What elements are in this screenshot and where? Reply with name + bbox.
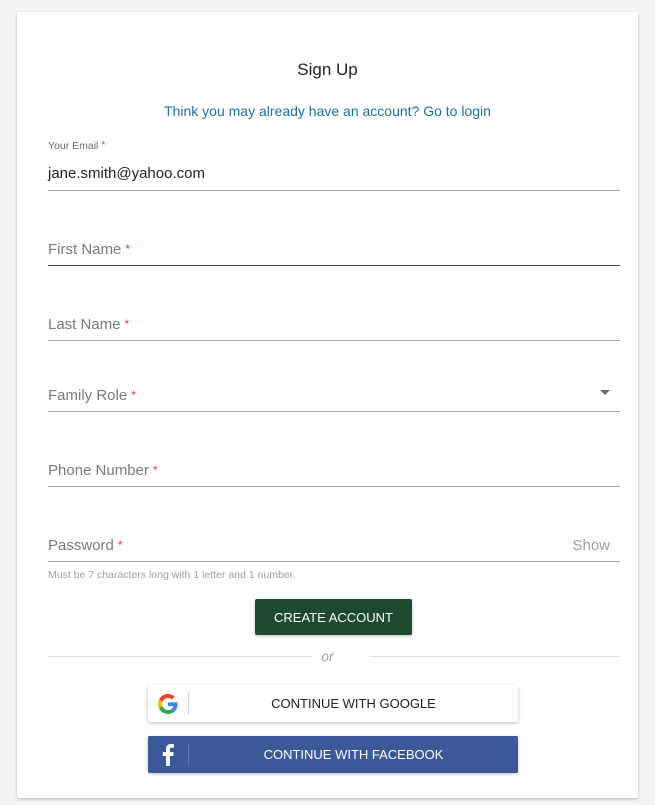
family-role-label: Family Role * bbox=[48, 387, 136, 404]
password-label-text: Password bbox=[48, 537, 114, 554]
first-name-label-text: First Name bbox=[48, 241, 122, 258]
password-field[interactable]: Password * Show bbox=[48, 531, 620, 562]
email-label-text: Your Email bbox=[48, 140, 99, 152]
login-link[interactable]: Think you may already have an account? G… bbox=[17, 103, 638, 119]
required-marker: * bbox=[125, 242, 131, 256]
password-label: Password * bbox=[48, 537, 123, 554]
divider-line-right bbox=[371, 656, 620, 657]
google-button-label: CONTINUE WITH GOOGLE bbox=[271, 696, 436, 711]
family-role-select[interactable]: Family Role * bbox=[48, 381, 620, 412]
show-password-toggle[interactable]: Show bbox=[572, 537, 610, 554]
chevron-down-icon[interactable] bbox=[600, 390, 610, 395]
continue-with-google-button[interactable]: CONTINUE WITH GOOGLE bbox=[148, 685, 518, 722]
email-field[interactable]: jane.smith@yahoo.com bbox=[48, 160, 620, 191]
google-icon bbox=[148, 685, 188, 722]
required-marker: * bbox=[124, 317, 130, 331]
create-account-button[interactable]: CREATE ACCOUNT bbox=[255, 599, 412, 635]
last-name-field[interactable]: Last Name * bbox=[48, 310, 620, 341]
continue-with-facebook-button[interactable]: CONTINUE WITH FACEBOOK bbox=[148, 736, 518, 773]
last-name-label: Last Name * bbox=[48, 316, 129, 333]
required-marker: * bbox=[117, 538, 123, 552]
facebook-button-label: CONTINUE WITH FACEBOOK bbox=[263, 747, 444, 762]
phone-number-field[interactable]: Phone Number * bbox=[48, 456, 620, 487]
phone-number-label-text: Phone Number bbox=[48, 462, 149, 479]
first-name-label: First Name * bbox=[48, 241, 130, 258]
first-name-field[interactable]: First Name * bbox=[48, 235, 620, 266]
email-value: jane.smith@yahoo.com bbox=[48, 165, 205, 182]
facebook-icon bbox=[148, 736, 188, 773]
phone-number-label: Phone Number * bbox=[48, 462, 158, 479]
last-name-label-text: Last Name bbox=[48, 316, 121, 333]
signup-card: Sign Up Think you may already have an ac… bbox=[17, 12, 638, 798]
email-label: Your Email * bbox=[48, 140, 105, 152]
required-marker: * bbox=[152, 463, 158, 477]
page-title: Sign Up bbox=[297, 60, 358, 79]
required-marker: * bbox=[131, 388, 136, 402]
password-hint: Must be 7 characters long with 1 letter … bbox=[48, 569, 296, 581]
required-marker: * bbox=[101, 140, 106, 151]
family-role-label-text: Family Role bbox=[48, 387, 128, 404]
